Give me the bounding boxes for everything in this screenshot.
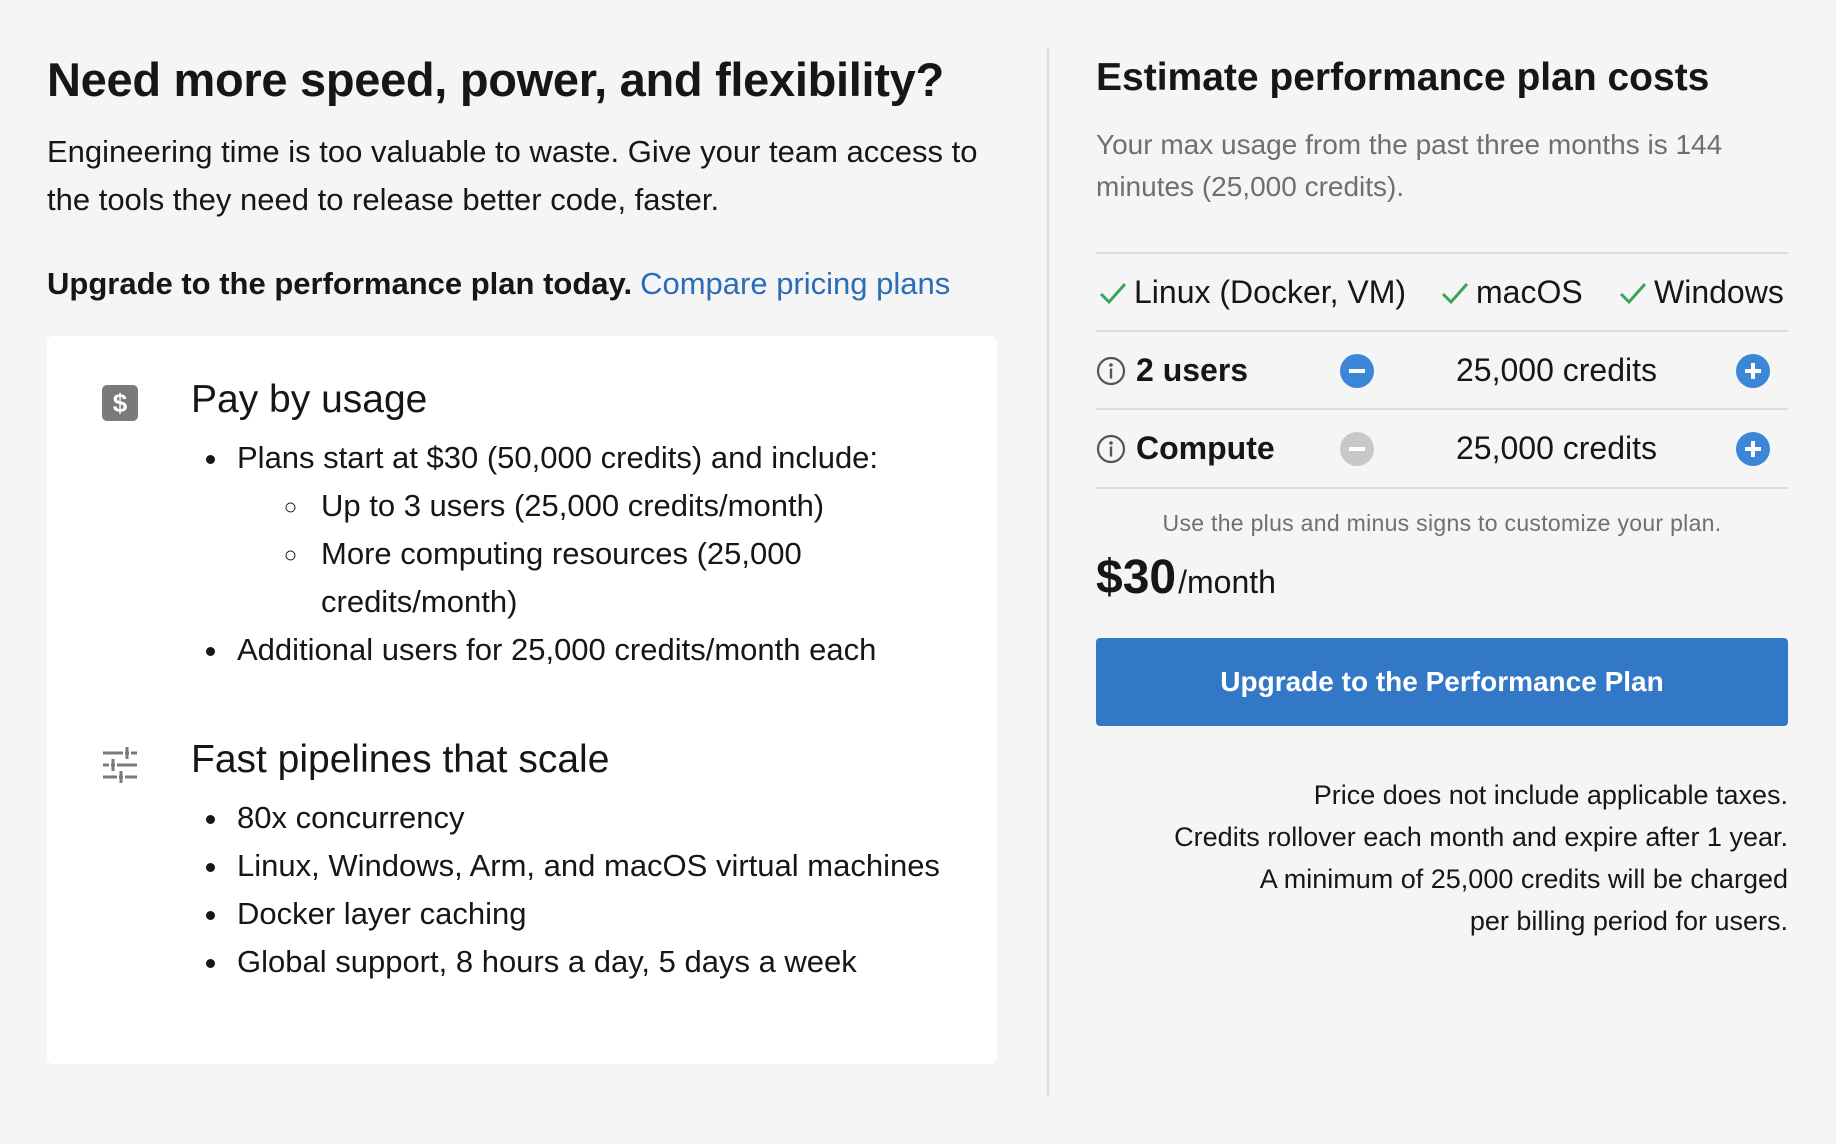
fast-pipelines-list: 80x concurrency Linux, Windows, Arm, and… bbox=[191, 794, 940, 986]
compute-row: Compute 25,000 credits bbox=[1096, 408, 1788, 489]
users-decrease-button[interactable] bbox=[1340, 354, 1374, 388]
plus-icon-vertical bbox=[1751, 363, 1755, 379]
upgrade-page: Need more speed, power, and flexibility?… bbox=[0, 0, 1836, 1144]
column-divider bbox=[1047, 48, 1049, 1096]
os-support-row: Linux (Docker, VM) macOS Windows bbox=[1096, 252, 1788, 331]
pricing-note: Price does not include applicable taxes. bbox=[1313, 780, 1788, 810]
users-label: 2 users bbox=[1096, 332, 1248, 409]
users-label-text: 2 users bbox=[1136, 352, 1249, 388]
os-item-windows: Windows bbox=[1618, 254, 1784, 331]
list-item: 80x concurrency bbox=[231, 794, 940, 842]
list-item: Docker layer caching bbox=[231, 890, 940, 938]
users-row: 2 users 25,000 credits bbox=[1096, 330, 1788, 409]
cta-bold-text: Upgrade to the performance plan today. bbox=[47, 266, 633, 302]
os-item-linux: Linux (Docker, VM) bbox=[1098, 254, 1406, 331]
monthly-price: $30 /month bbox=[1096, 550, 1276, 605]
upgrade-button[interactable]: Upgrade to the Performance Plan bbox=[1096, 638, 1788, 726]
plus-icon-vertical bbox=[1751, 441, 1755, 457]
info-icon[interactable] bbox=[1096, 356, 1126, 386]
list-item: Global support, 8 hours a day, 5 days a … bbox=[231, 938, 940, 986]
minus-icon bbox=[1349, 369, 1365, 373]
fast-pipelines-title: Fast pipelines that scale bbox=[191, 738, 610, 781]
list-item-text: Plans start at $30 (50,000 credits) and … bbox=[237, 440, 879, 475]
check-icon bbox=[1441, 282, 1469, 304]
users-credits-value: 25,000 credits bbox=[1456, 352, 1658, 388]
pay-by-usage-list: Plans start at $30 (50,000 credits) and … bbox=[191, 434, 878, 674]
sub-list-item: More computing resources (25,000 credits… bbox=[311, 530, 871, 626]
list-item: Additional users for 25,000 credits/mont… bbox=[231, 626, 878, 674]
intro-text: Engineering time is too valuable to wast… bbox=[47, 134, 978, 218]
compute-credits-value: 25,000 credits bbox=[1456, 430, 1658, 466]
check-icon bbox=[1099, 282, 1127, 304]
os-label: Windows bbox=[1654, 274, 1784, 310]
features-card: $ Pay by usage Plans start at $30 (50,00… bbox=[47, 336, 997, 1064]
stepper-hint: Use the plus and minus signs to customiz… bbox=[1162, 510, 1722, 536]
compare-pricing-link[interactable]: Compare pricing plans bbox=[640, 266, 950, 301]
minus-icon bbox=[1349, 447, 1365, 451]
os-label: Linux (Docker, VM) bbox=[1134, 274, 1407, 310]
price-amount: $30 bbox=[1096, 551, 1177, 604]
pricing-note: A minimum of 25,000 credits will be char… bbox=[1259, 864, 1788, 936]
check-icon bbox=[1619, 282, 1647, 304]
os-item-macos: macOS bbox=[1440, 254, 1583, 331]
compute-label-text: Compute bbox=[1136, 430, 1275, 466]
pay-by-usage-title: Pay by usage bbox=[191, 378, 428, 421]
users-increase-button[interactable] bbox=[1736, 354, 1770, 388]
info-icon[interactable] bbox=[1096, 434, 1126, 464]
estimator-title: Estimate performance plan costs bbox=[1096, 56, 1710, 99]
svg-text:$: $ bbox=[113, 388, 128, 418]
pricing-notes: Price does not include applicable taxes.… bbox=[1096, 774, 1788, 942]
os-label: macOS bbox=[1476, 274, 1583, 310]
list-item: Plans start at $30 (50,000 credits) and … bbox=[231, 434, 878, 626]
usage-summary: Your max usage from the past three month… bbox=[1096, 129, 1723, 202]
page-headline: Need more speed, power, and flexibility? bbox=[47, 53, 944, 106]
compute-label: Compute bbox=[1096, 410, 1275, 487]
sub-list: Up to 3 users (25,000 credits/month) Mor… bbox=[237, 482, 871, 626]
dollar-icon: $ bbox=[102, 385, 138, 421]
sliders-icon bbox=[103, 747, 137, 783]
price-period: /month bbox=[1178, 564, 1276, 600]
list-item: Linux, Windows, Arm, and macOS virtual m… bbox=[231, 842, 940, 890]
left-column: Need more speed, power, and flexibility?… bbox=[47, 40, 1007, 1064]
cta-line: Upgrade to the performance plan today. Co… bbox=[47, 264, 1007, 304]
compute-increase-button[interactable] bbox=[1736, 432, 1770, 466]
sub-list-item: Up to 3 users (25,000 credits/month) bbox=[311, 482, 871, 530]
compute-decrease-button[interactable] bbox=[1340, 432, 1374, 466]
cost-estimator: Estimate performance plan costs Your max… bbox=[1096, 40, 1788, 936]
pricing-note: Credits rollover each month and expire a… bbox=[1174, 822, 1788, 852]
